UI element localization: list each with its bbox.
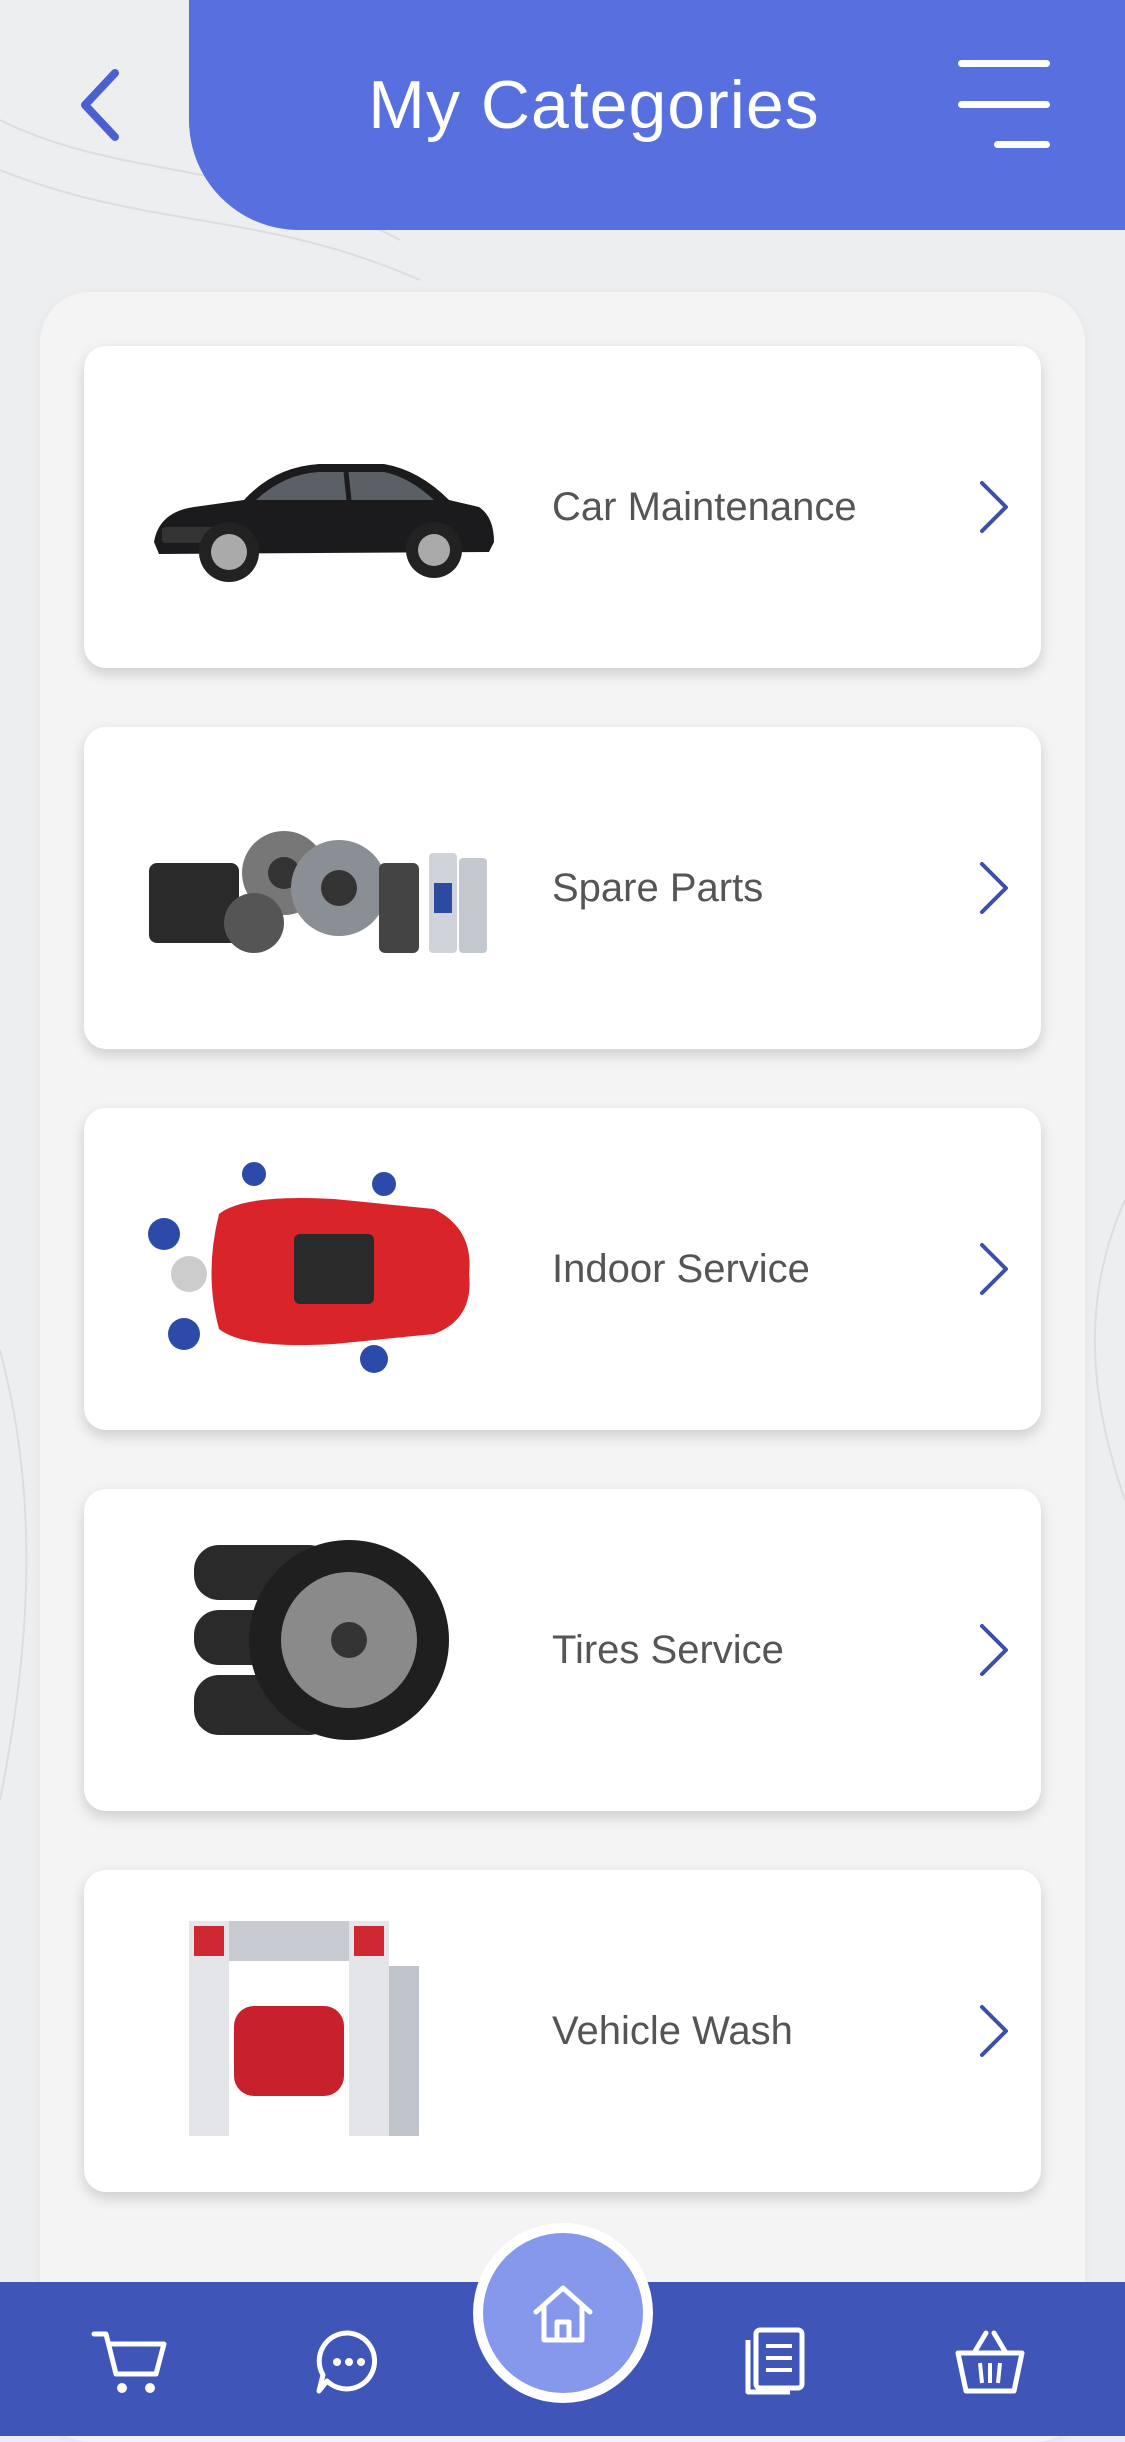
nav-chat-button[interactable] xyxy=(303,2322,393,2402)
cart-icon xyxy=(91,2331,167,2393)
menu-button[interactable] xyxy=(950,60,1050,148)
nav-home-button[interactable] xyxy=(483,2233,643,2393)
back-button[interactable] xyxy=(60,55,140,155)
category-label: Indoor Service xyxy=(552,1246,810,1291)
car-wash-machine-image xyxy=(189,1921,419,2136)
menu-line xyxy=(994,141,1050,148)
nav-documents-button[interactable] xyxy=(730,2322,820,2402)
nav-cart-button[interactable] xyxy=(85,2322,175,2402)
chevron-right-icon xyxy=(980,1243,1008,1295)
category-card-indoor-service[interactable]: Indoor Service xyxy=(84,1108,1041,1430)
category-label: Vehicle Wash xyxy=(552,2008,793,2053)
chat-icon xyxy=(316,2330,378,2394)
page-title: My Categories xyxy=(368,67,820,143)
menu-line xyxy=(958,100,1050,108)
category-card-car-maintenance[interactable]: Car Maintenance xyxy=(84,346,1041,668)
chevron-right-icon xyxy=(980,481,1008,533)
documents-icon xyxy=(745,2327,805,2395)
tire-stack-image xyxy=(194,1540,449,1740)
category-label: Tires Service xyxy=(552,1627,784,1672)
chevron-right-icon xyxy=(980,2005,1008,2057)
nav-basket-button[interactable] xyxy=(945,2322,1035,2402)
auto-parts-image xyxy=(149,831,487,953)
basket-icon xyxy=(955,2330,1025,2394)
category-label: Car Maintenance xyxy=(552,484,857,529)
chevron-right-icon xyxy=(980,862,1008,914)
sedan-car-image xyxy=(154,464,494,582)
category-label: Spare Parts xyxy=(552,865,764,910)
category-card-vehicle-wash[interactable]: Vehicle Wash xyxy=(84,1870,1041,2192)
mechanics-red-car-image xyxy=(148,1162,470,1373)
category-card-spare-parts[interactable]: Spare Parts xyxy=(84,727,1041,1049)
menu-line xyxy=(958,60,1050,67)
chevron-right-icon xyxy=(980,1624,1008,1676)
chevron-left-icon xyxy=(81,69,119,141)
category-card-tires-service[interactable]: Tires Service xyxy=(84,1489,1041,1811)
home-icon xyxy=(533,2285,593,2343)
